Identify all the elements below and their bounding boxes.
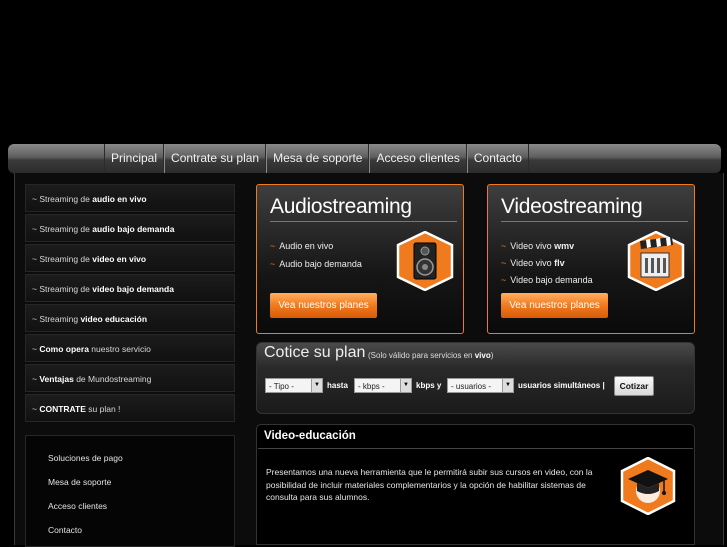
nav-mesa-soporte[interactable]: Mesa de soporte [266,144,370,173]
quote-title: Cotice su plan [264,344,366,361]
menu-prefix: ~ Streaming de [32,224,93,234]
top-navbar: Principal Contrate su plan Mesa de sopor… [8,144,721,173]
dash-glyph: ~ [501,258,507,268]
kbps-select[interactable]: - kbps - ▼ [354,378,412,393]
link-contacto[interactable]: Contacto [48,525,82,535]
audiostreaming-title: Audiostreaming [270,195,412,218]
feature-text: Video vivo [510,258,555,268]
sidebar-menu: ~ Streaming de audio en vivo ~ Streaming… [25,184,235,424]
dash-glyph: ~ [270,241,276,251]
nav-contacto[interactable]: Contacto [466,144,529,173]
chevron-down-icon: ▼ [400,379,411,392]
users-select[interactable]: - usuarios - ▼ [447,378,514,393]
menu-item-audio-vivo[interactable]: ~ Streaming de audio en vivo [25,184,235,212]
content-title: Video-educación [264,430,356,442]
menu-item-como-opera[interactable]: ~ Como opera nuestro servicio [25,334,235,362]
users-select-value: - usuarios - [451,382,492,391]
menu-bold: video educación [80,314,148,324]
menu-bold: CONTRATE [39,404,86,414]
feature-item: ~ Video vivo flv [501,258,565,268]
menu-item-video-demanda[interactable]: ~ Streaming de video bajo demanda [25,274,235,302]
feature-text: Video bajo demanda [510,275,593,285]
feature-text: Audio en vivo [279,241,334,251]
feature-text: Video vivo [510,241,555,251]
video-plans-button[interactable]: Vea nuestros planes [501,293,608,318]
menu-bold: video bajo demanda [92,284,174,294]
menu-item-contrate[interactable]: ~ CONTRATE su plan ! [25,394,235,422]
hasta-label: hasta [327,381,348,390]
chevron-down-icon: ▼ [502,379,513,392]
feature-format: flv [554,258,565,268]
chevron-down-icon: ▼ [311,379,322,392]
link-soluciones-pago[interactable]: Soluciones de pago [48,453,123,463]
link-acceso-clientes[interactable]: Acceso clientes [48,501,107,511]
graduation-cap-icon [620,457,676,515]
type-select[interactable]: - Tipo - ▼ [265,378,323,393]
link-mesa-soporte[interactable]: Mesa de soporte [48,477,111,487]
video-educacion-panel: Video-educación Presentamos una nueva he… [256,424,695,545]
film-clapper-icon [627,231,685,291]
divider [501,221,688,222]
nav-contrate[interactable]: Contrate su plan [164,144,267,173]
kbps-select-value: - kbps - [358,382,385,391]
nav-acceso-clientes[interactable]: Acceso clientes [369,144,467,173]
menu-bold: Ventajas [39,374,74,384]
nav-menu: Principal Contrate su plan Mesa de sopor… [104,144,529,173]
feature-item: ~ Audio en vivo [270,241,333,251]
feature-item: ~ Video vivo wmv [501,241,574,251]
menu-item-video-educacion[interactable]: ~ Streaming video educación [25,304,235,332]
menu-prefix: ~ Streaming de [32,284,93,294]
content-body: Presentamos una nueva herramienta que le… [266,467,593,502]
dash-glyph: ~ [501,275,507,285]
menu-bold: video en vivo [92,254,147,264]
feature-format: wmv [554,241,575,251]
divider [258,448,693,449]
menu-item-ventajas[interactable]: ~ Ventajas de Mundostreaming [25,364,235,392]
menu-suffix: nuestro servicio [88,344,151,354]
type-select-value: - Tipo - [269,382,294,391]
menu-suffix: de Mundostreaming [73,374,152,384]
cotizar-button[interactable]: Cotizar [614,376,654,396]
menu-prefix: ~ Streaming de [32,194,93,204]
menu-bold: audio en vivo [92,194,147,204]
dash-glyph: ~ [501,241,507,251]
dash-glyph: ~ [270,259,276,269]
feature-item: ~ Video bajo demanda [501,275,593,285]
menu-bold: audio bajo demanda [92,224,175,234]
videostreaming-panel: Videostreaming ~ Video vivo wmv ~ Video vi… [487,184,695,334]
menu-prefix: ~ Streaming de [32,254,93,264]
menu-item-audio-demanda[interactable]: ~ Streaming de audio bajo demanda [25,214,235,242]
videostreaming-title: Videostreaming [501,195,643,218]
sidebar-links: Soluciones de pago Mesa de soporte Acces… [25,435,235,547]
audiostreaming-panel: Audiostreaming ~ Audio en vivo ~ Audio baj… [256,184,464,334]
menu-prefix: ~ Streaming [32,314,81,324]
feature-text: Audio bajo demanda [279,259,362,269]
speaker-icon [396,231,454,291]
quote-note-end: ) [490,351,494,360]
quote-note: (Solo válido para servicios en vivo) [368,351,493,360]
nav-principal[interactable]: Principal [104,144,165,173]
users-label: usuarios simultáneos | [518,381,605,390]
kbps-label: kbps y [416,381,442,390]
menu-bold: Como opera [39,344,89,354]
feature-item: ~ Audio bajo demanda [270,259,362,269]
quote-panel: Cotice su plan (Solo válido para servici… [256,342,695,414]
quote-note-bold: vivo [474,351,491,360]
divider [270,221,457,222]
menu-suffix: su plan ! [85,404,121,414]
quote-note-text: (Solo válido para servicios en [368,351,475,360]
audio-plans-button[interactable]: Vea nuestros planes [270,293,377,318]
menu-item-video-vivo[interactable]: ~ Streaming de video en vivo [25,244,235,272]
